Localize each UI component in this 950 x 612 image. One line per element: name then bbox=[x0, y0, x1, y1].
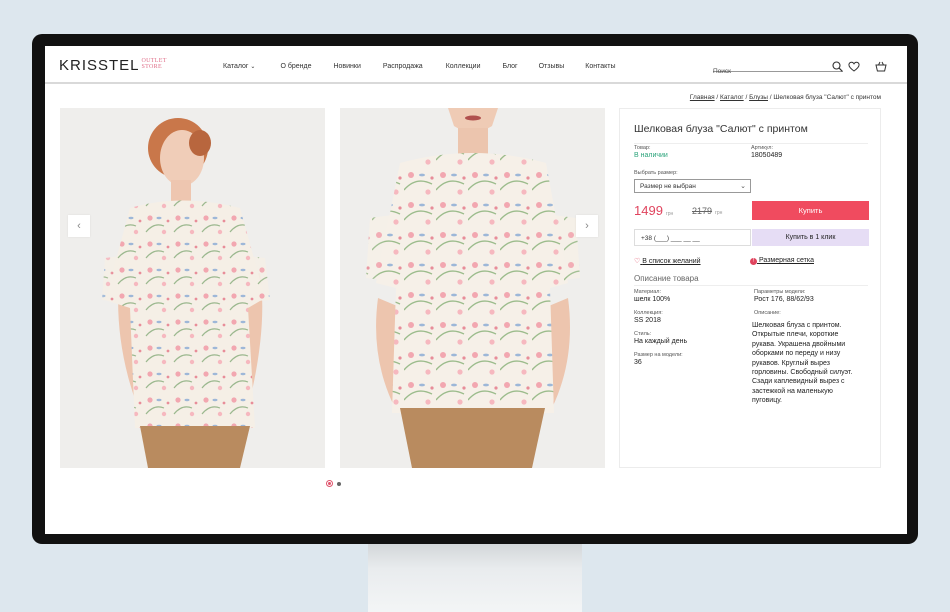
logo-subtitle: OUTLET STORE bbox=[141, 58, 167, 70]
search-input[interactable] bbox=[713, 66, 823, 77]
style-label: Стиль: bbox=[634, 331, 652, 337]
nav-item-reviews[interactable]: Отзывы bbox=[539, 63, 565, 70]
gallery-dot-2[interactable] bbox=[337, 481, 341, 486]
breadcrumb-current: Шелковая блуза "Салют" с принтом bbox=[773, 94, 881, 101]
wishlist-link[interactable]: ♡ В список желаний bbox=[634, 257, 701, 265]
divider bbox=[634, 285, 868, 286]
nav-item-sale[interactable]: Распродажа bbox=[383, 63, 423, 70]
description-text: Шелковая блуза с принтом. Открытые плечи… bbox=[752, 322, 853, 405]
nav-item-about[interactable]: О бренде bbox=[280, 63, 311, 70]
stock-label: Товар: bbox=[634, 145, 651, 151]
size-select[interactable]: Размер не выбран ⌄ bbox=[634, 179, 751, 193]
size-chart-link[interactable]: ! Размерная сетка bbox=[750, 257, 814, 265]
search-box bbox=[713, 60, 843, 77]
brand-logo[interactable]: KRISSTEL OUTLET STORE bbox=[59, 58, 167, 73]
site-header: KRISSTEL OUTLET STORE Каталог ⌄ О бренде… bbox=[45, 46, 907, 84]
model-photo-closeup bbox=[340, 108, 605, 468]
stock-status: В наличии bbox=[634, 152, 668, 159]
description-heading: Описание товара bbox=[634, 274, 699, 283]
chevron-right-icon: › bbox=[585, 220, 589, 232]
basket-icon[interactable] bbox=[875, 61, 887, 72]
model-size-value: 36 bbox=[634, 359, 642, 366]
description-label: Описание: bbox=[754, 310, 781, 316]
heart-icon[interactable] bbox=[848, 61, 860, 72]
nav-item-contacts[interactable]: Контакты bbox=[585, 63, 615, 70]
main-nav: Каталог ⌄ О бренде Новинки Распродажа Ко… bbox=[223, 63, 616, 70]
nav-item-collections[interactable]: Коллекции bbox=[446, 63, 481, 70]
old-price: 2179 грн bbox=[692, 206, 723, 216]
breadcrumb-home[interactable]: Главная bbox=[690, 94, 715, 101]
buy-one-click-button[interactable]: Купить в 1 клик bbox=[752, 229, 869, 246]
model-photo-front bbox=[60, 108, 325, 468]
sku-value: 18050489 bbox=[751, 152, 783, 159]
material-value: шелк 100% bbox=[634, 296, 671, 303]
sku-label: Артикул: bbox=[751, 145, 774, 151]
logo-wordmark: KRISSTEL bbox=[59, 57, 140, 74]
search-icon[interactable] bbox=[832, 61, 843, 72]
product-photo-1[interactable] bbox=[60, 108, 325, 468]
model-params-label: Параметры модели: bbox=[754, 289, 806, 295]
info-icon: ! bbox=[750, 258, 757, 265]
chevron-down-icon: ⌄ bbox=[740, 183, 746, 190]
product-panel: Шелковая блуза "Салют" с принтом Товар: … bbox=[619, 108, 881, 468]
product-photo-2[interactable] bbox=[340, 108, 605, 468]
chevron-down-icon: ⌄ bbox=[250, 64, 256, 70]
chevron-left-icon: ‹ bbox=[77, 220, 81, 232]
phone-input[interactable]: +38 (___) ___ __ __ bbox=[634, 229, 751, 246]
model-size-label: Размер на модели: bbox=[634, 352, 683, 358]
divider bbox=[634, 143, 868, 144]
nav-item-catalog[interactable]: Каталог ⌄ bbox=[223, 63, 255, 70]
gallery-prev-arrow[interactable]: ‹ bbox=[68, 215, 90, 237]
breadcrumb-catalog[interactable]: Каталог bbox=[720, 94, 744, 101]
size-label: Выбрать размер: bbox=[634, 170, 678, 176]
nav-item-blog[interactable]: Блог bbox=[502, 63, 517, 70]
monitor-stand bbox=[368, 540, 582, 612]
model-params-value: Рост 176, 88/62/93 bbox=[754, 296, 814, 303]
nav-item-new[interactable]: Новинки bbox=[333, 63, 360, 70]
gallery-dot-1[interactable] bbox=[326, 480, 333, 487]
style-value: На каждый день bbox=[634, 338, 688, 345]
collection-value: SS 2018 bbox=[634, 317, 661, 324]
buy-button[interactable]: Купить bbox=[752, 201, 869, 220]
breadcrumb-blouses[interactable]: Блузы bbox=[749, 94, 768, 101]
heart-icon: ♡ bbox=[634, 258, 641, 265]
collection-label: Коллекция: bbox=[634, 310, 663, 316]
breadcrumb: Главная / Каталог / Блузы / Шелковая блу… bbox=[689, 94, 881, 101]
product-title: Шелковая блуза "Салют" с принтом bbox=[634, 123, 808, 135]
current-price: 1499 грн bbox=[634, 203, 674, 218]
gallery-next-arrow[interactable]: › bbox=[576, 215, 598, 237]
gallery-pagination bbox=[326, 480, 341, 487]
material-label: Материал: bbox=[634, 289, 662, 295]
browser-viewport: KRISSTEL OUTLET STORE Каталог ⌄ О бренде… bbox=[45, 46, 907, 534]
